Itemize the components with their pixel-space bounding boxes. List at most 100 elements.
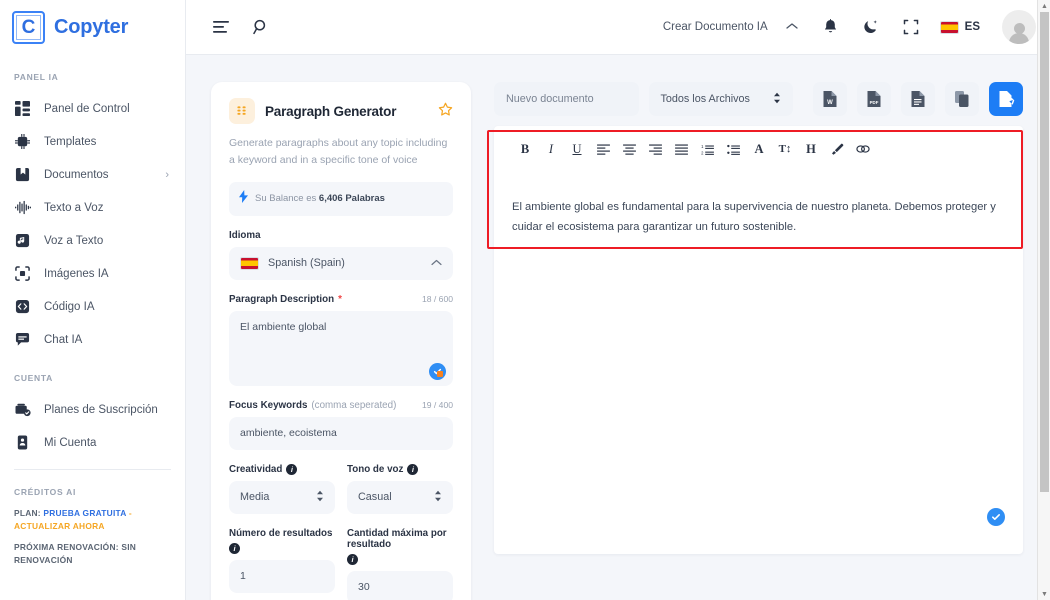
fullscreen-icon[interactable] — [896, 12, 926, 42]
creativity-tone-row: Creatividad i Media Tono de voz i Casual — [229, 450, 453, 514]
document-name-input[interactable]: Nuevo documento — [494, 82, 639, 116]
pdf-export-icon[interactable]: PDF — [857, 82, 891, 116]
sidebar-item-imagenes-ia[interactable]: Imágenes IA — [0, 257, 185, 290]
sidebar-item-label: Voz a Texto — [44, 234, 104, 247]
tone-select[interactable]: Casual — [347, 480, 453, 514]
align-justify-icon[interactable] — [668, 138, 694, 160]
italic-icon[interactable]: I — [538, 138, 564, 160]
unordered-list-icon[interactable] — [720, 138, 746, 160]
document-name-value: Nuevo documento — [506, 93, 594, 105]
sidebar-item-label: Planes de Suscripción — [44, 403, 158, 416]
sidebar-item-codigo-ia[interactable]: Código IA — [0, 290, 185, 323]
save-document-icon[interactable] — [989, 82, 1023, 116]
chip-ai-icon — [14, 133, 31, 150]
keywords-input[interactable]: ambiente, ecoistema — [229, 416, 453, 450]
copy-icon[interactable] — [945, 82, 979, 116]
bold-icon[interactable]: B — [512, 138, 538, 160]
editor-content-text: El ambiente global es fundamental para l… — [512, 201, 996, 233]
avatar-body — [1009, 33, 1029, 44]
word-export-icon[interactable]: W — [813, 82, 847, 116]
text-export-icon[interactable] — [901, 82, 935, 116]
search-icon[interactable] — [246, 12, 276, 42]
results-label-text: Número de resultados — [229, 527, 333, 539]
svg-text:PDF: PDF — [870, 100, 879, 105]
align-right-icon[interactable] — [642, 138, 668, 160]
scroll-up-arrow-icon[interactable]: ▲ — [1038, 0, 1050, 12]
results-label: Número de resultados i — [229, 528, 335, 554]
tone-label-text: Tono de voz — [347, 463, 404, 475]
sidebar-item-templates[interactable]: Templates — [0, 125, 185, 158]
keywords-counter: 19 / 400 — [421, 400, 453, 411]
plan-dash: - — [126, 508, 132, 518]
language-selector[interactable]: ES — [936, 20, 984, 34]
content-area: Paragraph Generator Generate paragraphs … — [186, 55, 1050, 600]
paragraph-icon — [229, 98, 255, 124]
main-area: Crear Documento IA ES Paragraph Generato… — [186, 0, 1050, 600]
ordered-list-icon[interactable]: 12 — [694, 138, 720, 160]
plan-prefix: PLAN: — [14, 508, 44, 518]
font-color-icon[interactable]: A — [746, 138, 772, 160]
brand-logo[interactable]: C Copyter — [0, 0, 185, 55]
font-size-icon[interactable]: T↕ — [772, 138, 798, 160]
avatar[interactable] — [1002, 10, 1036, 44]
bell-icon[interactable] — [816, 12, 846, 42]
info-icon[interactable]: i — [407, 463, 419, 475]
results-value: 1 — [240, 570, 246, 583]
svg-text:W: W — [827, 100, 833, 106]
description-textarea[interactable]: El ambiente global — [229, 310, 453, 386]
image-ai-icon — [14, 265, 31, 282]
align-left-icon[interactable] — [590, 138, 616, 160]
sidebar-item-documentos[interactable]: Documentos › — [0, 158, 185, 191]
audio-file-icon — [14, 232, 31, 249]
sidebar-section-credits: CRÉDITOS AI — [14, 487, 77, 497]
topbar: Crear Documento IA ES — [186, 0, 1050, 55]
tone-label: Tono de voz i — [347, 463, 453, 475]
align-center-icon[interactable] — [616, 138, 642, 160]
grammar-check-badge[interactable] — [429, 362, 446, 380]
star-icon[interactable] — [438, 102, 453, 120]
stepper-arrows-icon — [434, 490, 442, 505]
generator-description: Generate paragraphs about any topic incl… — [229, 137, 448, 167]
editor-column: Nuevo documento Todos los Archivos W PDF — [471, 82, 1050, 600]
file-filter-select[interactable]: Todos los Archivos — [648, 82, 793, 116]
spain-flag-icon — [240, 256, 259, 270]
heading-icon[interactable]: H — [798, 138, 824, 160]
scroll-down-arrow-icon[interactable]: ▼ — [1038, 588, 1050, 600]
link-icon[interactable] — [850, 138, 876, 160]
create-document-button[interactable]: Crear Documento IA — [663, 21, 768, 33]
grammar-check-badge[interactable] — [987, 508, 1005, 526]
underline-icon[interactable]: U — [564, 138, 590, 160]
info-icon[interactable]: i — [347, 553, 358, 565]
sidebar-item-label: Imágenes IA — [44, 267, 109, 280]
sidebar-section-account: CUENTA — [14, 373, 53, 383]
sidebar-item-chat-ia[interactable]: Chat IA — [0, 323, 185, 356]
plan-upgrade-link[interactable]: ACTUALIZAR AHORA — [14, 521, 105, 531]
language-select[interactable]: Spanish (Spain) — [229, 246, 453, 280]
creativity-label: Creatividad i — [229, 463, 335, 475]
sidebar-item-planes-de-suscripcion[interactable]: Planes de Suscripción — [0, 393, 185, 426]
renewal-line: PRÓXIMA RENOVACIÓN: SIN RENOVACIÓN — [14, 542, 137, 565]
info-icon[interactable]: i — [286, 463, 298, 475]
moon-icon[interactable] — [856, 12, 886, 42]
balance-value: 6,406 Palabras — [318, 193, 385, 205]
creativity-select[interactable]: Media — [229, 480, 335, 514]
sidebar-item-panel-de-control[interactable]: Panel de Control — [0, 92, 185, 125]
stepper-arrows-icon — [316, 490, 324, 505]
sidebar-item-mi-cuenta[interactable]: Mi Cuenta — [0, 426, 185, 459]
documents-icon — [14, 166, 31, 183]
results-input[interactable]: 1 — [229, 559, 335, 593]
svg-text:1: 1 — [701, 144, 704, 149]
page-scrollbar[interactable]: ▲ ▼ — [1037, 0, 1050, 600]
editor-body[interactable]: El ambiente global es fundamental para l… — [494, 160, 1023, 237]
chevron-right-icon: › — [165, 168, 169, 181]
info-icon[interactable]: i — [229, 542, 240, 554]
chevron-up-icon[interactable] — [778, 21, 806, 33]
hamburger-icon[interactable] — [206, 12, 236, 42]
maxlen-input[interactable]: 30 — [347, 570, 453, 600]
sidebar-item-texto-a-voz[interactable]: Texto a Voz — [0, 191, 185, 224]
scrollbar-thumb[interactable] — [1040, 12, 1049, 492]
brand-mark-icon: C — [12, 11, 45, 44]
editor-panel: B I U 1 2 A T↕ H El ambiente global es f… — [494, 126, 1023, 554]
sidebar-item-voz-a-texto[interactable]: Voz a Texto — [0, 224, 185, 257]
highlight-brush-icon[interactable] — [824, 138, 850, 160]
